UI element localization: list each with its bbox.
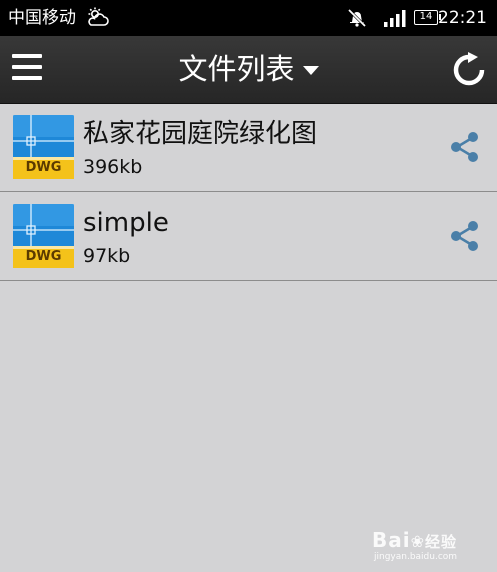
file-list: DWG 私家花园庭院绿化图 396kb DWG simple 97kb (0, 103, 497, 281)
dropdown-caret-icon (302, 66, 319, 75)
signal-icon (384, 10, 406, 27)
mute-icon (347, 8, 367, 28)
watermark-url: jingyan.baidu.com (374, 552, 458, 562)
file-name: simple (83, 208, 169, 238)
baidu-jingyan-watermark: Bai❀经验 jingyan.baidu.com (372, 528, 467, 566)
battery-level: 14 (419, 11, 433, 22)
carrier-name: 中国移动 (8, 8, 76, 28)
action-bar: 文件列表 (0, 36, 497, 104)
file-size: 396kb (83, 156, 143, 178)
file-row[interactable]: DWG 私家花园庭院绿化图 396kb (0, 103, 497, 192)
refresh-icon[interactable] (451, 52, 487, 88)
watermark-brand-suffix: 经验 (425, 533, 458, 551)
file-row[interactable]: DWG simple 97kb (0, 192, 497, 281)
dwg-badge: DWG (25, 160, 62, 175)
paw-icon: ❀ (410, 532, 426, 551)
clock: 22:21 (438, 8, 487, 28)
file-name: 私家花园庭院绿化图 (83, 119, 318, 149)
share-icon[interactable] (449, 220, 481, 252)
dwg-badge: DWG (25, 249, 62, 264)
weather-cloud-icon (88, 7, 109, 26)
file-size: 97kb (83, 245, 131, 267)
battery-icon: 14 (414, 10, 441, 25)
status-bar: 中国移动 14 22:21 (0, 0, 497, 36)
watermark-brand: Bai (372, 528, 411, 552)
page-title: 文件列表 (178, 52, 295, 86)
title-dropdown[interactable]: 文件列表 (0, 36, 497, 103)
share-icon[interactable] (449, 131, 481, 163)
